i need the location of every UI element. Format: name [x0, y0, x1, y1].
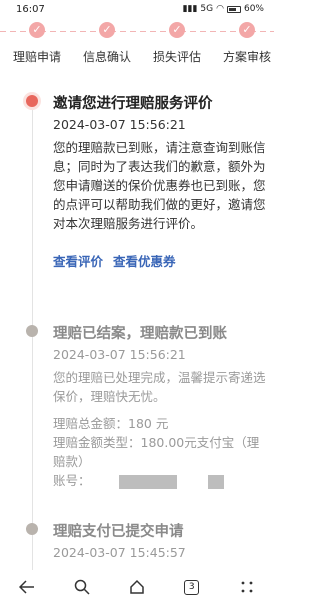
claim-type-row: 理赔金额类型：180.00元支付宝（理赔款）: [53, 433, 268, 471]
view-review-link[interactable]: 查看评价: [53, 254, 103, 269]
step-claim-apply: ✓ 理赔申请: [2, 22, 72, 65]
back-button[interactable]: [15, 575, 39, 599]
network-label: 5G: [200, 4, 214, 14]
timeline-dot-active: [26, 95, 38, 107]
claim-type-label: 理赔金额类型：: [53, 435, 141, 450]
step-plan-review: ✓ 方案审核: [212, 22, 282, 65]
step-label: 损失评估: [152, 50, 201, 64]
battery-level: 60%: [243, 4, 264, 14]
redacted-account: [118, 474, 177, 489]
home-button[interactable]: [125, 575, 149, 599]
claim-amount-value: 180 元: [128, 416, 169, 431]
search-button[interactable]: [70, 575, 94, 599]
timeline-entry-review-invite: 邀请您进行理赔服务评价 2024-03-07 15:56:21 您的理赔款已到账…: [53, 92, 268, 270]
timeline-dot: [26, 325, 38, 337]
check-icon: ✓: [99, 22, 115, 38]
tabs-button[interactable]: 3: [180, 575, 204, 599]
entry-description: 您的理赔已处理完成，温馨提示寄递选保价，理赔快无忧。: [53, 370, 266, 404]
step-label: 信息确认: [82, 50, 131, 64]
entry-time: 2024-03-07 15:56:21: [53, 347, 186, 362]
timeline-entry-claim-closed: 理赔已结案，理赔款已到账 2024-03-07 15:56:21 您的理赔已处理…: [53, 322, 268, 490]
check-icon: ✓: [29, 22, 45, 38]
step-label: 方案审核: [222, 50, 271, 64]
account-label: 账号：: [53, 473, 91, 488]
entry-title: 理赔支付已提交申请: [53, 524, 184, 540]
dots-menu-icon: [241, 581, 252, 593]
entry-time: 2024-03-07 15:45:57: [53, 545, 186, 560]
signal-icon: ▮▮▮: [182, 4, 198, 14]
timeline-dot: [26, 523, 38, 535]
status-bar: 16:07 ▮▮▮ 5G ◠ 60%: [0, 0, 274, 18]
step-label: 理赔申请: [12, 50, 61, 64]
entry-title: 邀请您进行理赔服务评价: [53, 96, 213, 112]
redacted-account-tail: [208, 474, 225, 489]
step-loss-assessment: ✓ 损失评估: [142, 22, 212, 65]
claim-amount-row: 理赔总金额：180 元: [53, 414, 268, 433]
menu-button[interactable]: [235, 575, 259, 599]
check-icon: ✓: [239, 22, 255, 38]
wifi-icon: ◠: [216, 4, 224, 14]
step-info-confirm: ✓ 信息确认: [72, 22, 142, 65]
entry-time: 2024-03-07 15:56:21: [53, 117, 186, 132]
search-icon: [74, 579, 90, 595]
entry-description: 您的理赔款已到账，请注意查询到账信息；同时为了表达我们的歉意，额外为您申请赠送的…: [53, 140, 266, 231]
view-coupon-link[interactable]: 查看优惠券: [113, 254, 176, 269]
status-icons: ▮▮▮ 5G ◠ 60%: [183, 4, 264, 14]
account-row: 账号：: [53, 471, 268, 490]
timeline-entry-payment-submitted: 理赔支付已提交申请 2024-03-07 15:45:57: [53, 520, 268, 560]
status-time: 16:07: [16, 3, 45, 15]
home-icon: [130, 579, 144, 594]
system-nav-bar: 3: [0, 574, 274, 600]
check-icon: ✓: [169, 22, 185, 38]
entry-title: 理赔已结案，理赔款已到账: [53, 326, 227, 342]
battery-icon: [226, 5, 241, 13]
claim-amount-label: 理赔总金额：: [53, 416, 129, 431]
entry-links: 查看评价 查看优惠券: [53, 251, 268, 270]
tabs-count: 3: [184, 579, 200, 595]
progress-stepper: ✓ 理赔申请 ✓ 信息确认 ✓ 损失评估 ✓ 方案审核: [0, 18, 274, 72]
back-arrow-icon: [19, 580, 35, 594]
